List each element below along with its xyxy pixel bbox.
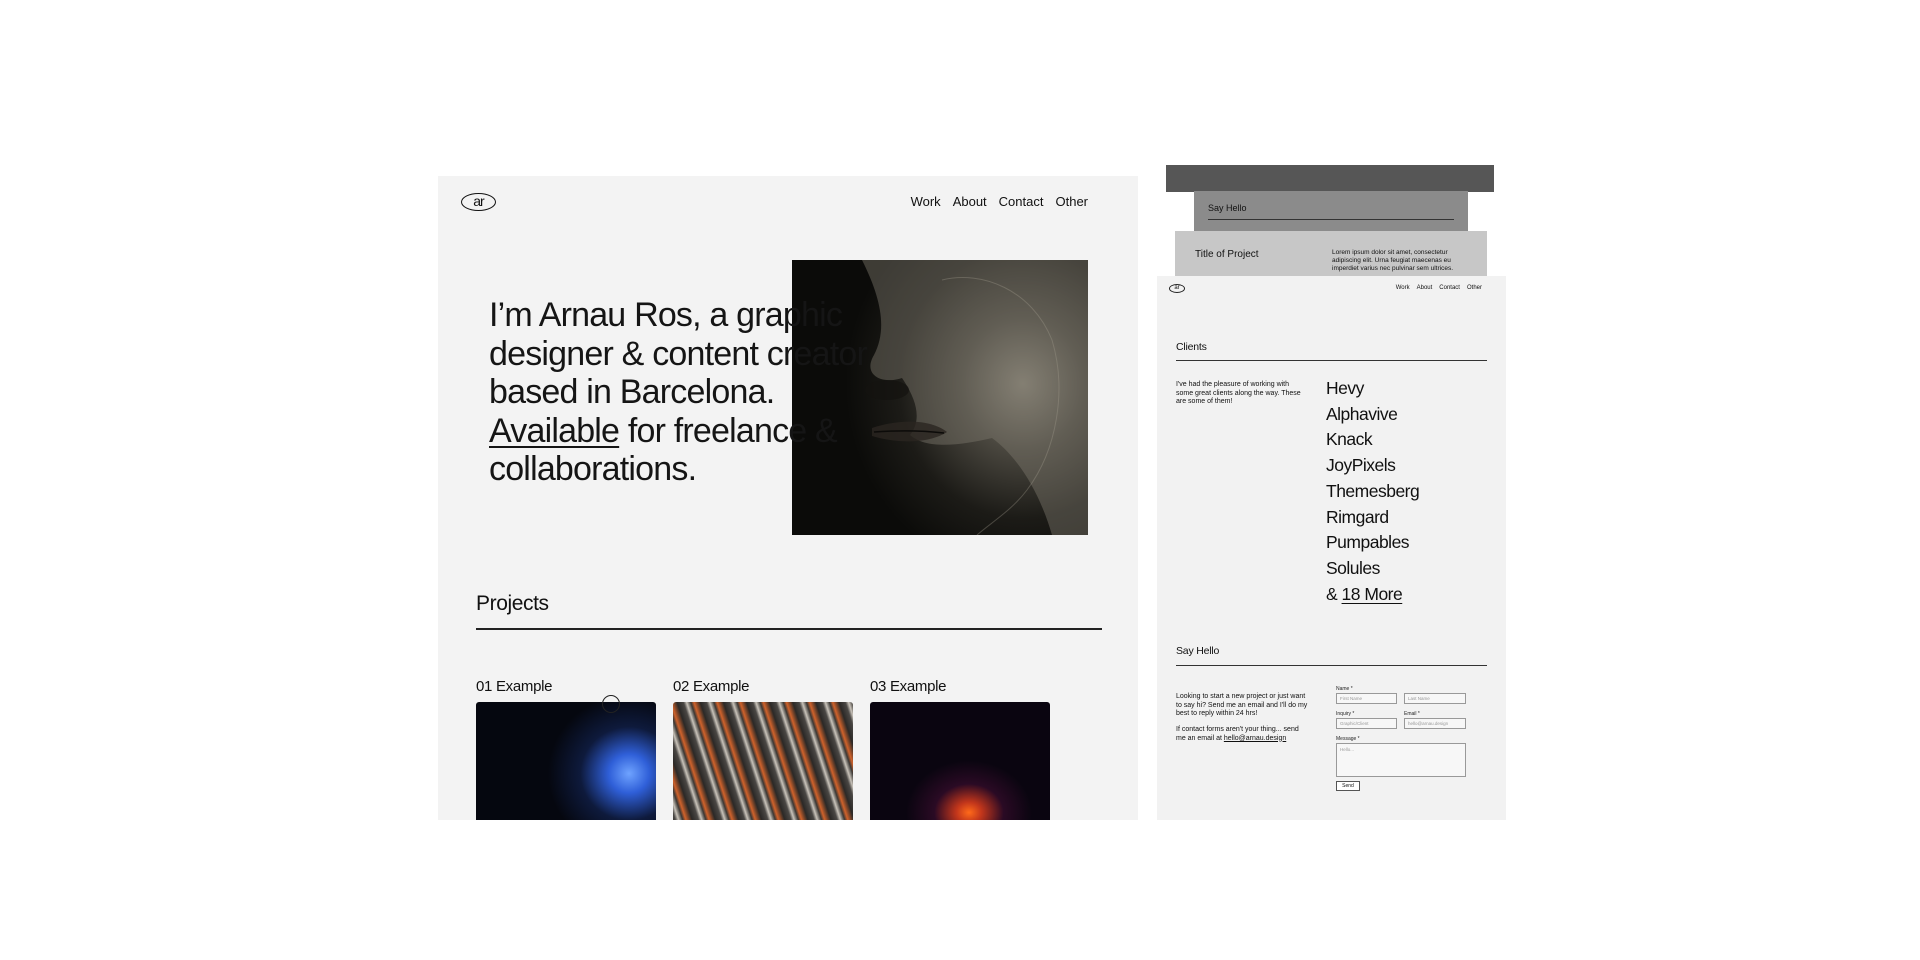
last-name-field[interactable]: Last Name — [1404, 693, 1466, 704]
project-label[interactable]: 01 Example — [476, 678, 656, 695]
available-link[interactable]: Available — [489, 412, 620, 450]
card-project-text: Lorem ipsum dolor sit amet, consectetur … — [1332, 249, 1454, 272]
clients-contact-page: ar Work About Contact Other Clients I've… — [1157, 276, 1506, 820]
name-label: Name * — [1336, 686, 1353, 692]
hero-line-5: collaborations. — [489, 450, 697, 488]
hero-heading: I’m Arnau Ros, a graphic designer & cont… — [489, 296, 909, 489]
nav-about[interactable]: About — [1417, 285, 1433, 291]
project-card[interactable]: 02 Example — [673, 678, 853, 820]
logo[interactable]: ar — [461, 193, 496, 211]
message-textarea[interactable]: Hello... — [1336, 743, 1466, 777]
more-prefix: & — [1326, 583, 1342, 604]
client-name: Themesberg — [1326, 480, 1420, 501]
card-project-title: Title of Project — [1195, 249, 1259, 260]
project-label[interactable]: 02 Example — [673, 678, 853, 695]
nav-work[interactable]: Work — [911, 194, 941, 209]
inquiry-label: Inquiry * — [1336, 711, 1355, 717]
email-field[interactable]: hello@arnau.design — [1404, 718, 1466, 729]
card-divider — [1208, 219, 1454, 220]
project-thumbnail[interactable] — [476, 702, 656, 820]
stacked-card-project: Title of Project Lorem ipsum dolor sit a… — [1175, 231, 1487, 276]
client-name: Alphavive — [1326, 403, 1398, 424]
logo[interactable]: ar — [1169, 284, 1185, 293]
hero-line-4-rest: for freelance & — [619, 411, 838, 450]
projects-divider — [476, 628, 1102, 630]
hero-line-1: I’m Arnau Ros, a graphic — [489, 296, 843, 334]
say-hello-divider — [1176, 665, 1487, 666]
nav-about[interactable]: About — [953, 194, 987, 209]
nav-contact[interactable]: Contact — [999, 194, 1044, 209]
project-label[interactable]: 03 Example — [870, 678, 1050, 695]
nav-other[interactable]: Other — [1467, 285, 1482, 291]
more-clients-link[interactable]: 18 More — [1342, 584, 1403, 604]
cursor-circle-icon — [602, 695, 620, 713]
main-nav: Work About Contact Other — [911, 194, 1088, 209]
hero-line-2: designer & content creator — [489, 334, 868, 373]
first-name-field[interactable]: First Name — [1336, 693, 1397, 704]
project-card[interactable]: 03 Example — [870, 678, 1050, 820]
projects-heading: Projects — [476, 592, 549, 615]
client-name: Rimgard — [1326, 506, 1389, 527]
message-label: Message * — [1336, 736, 1360, 742]
client-name: Pumpables — [1326, 532, 1410, 553]
side-nav: Work About Contact Other — [1396, 285, 1482, 291]
inquiry-select[interactable]: Graphic/Client — [1336, 718, 1397, 729]
clients-intro: I've had the pleasure of working with so… — [1176, 381, 1301, 405]
clients-divider — [1176, 360, 1487, 361]
stacked-card-back — [1166, 165, 1494, 192]
stacked-card-say-hello: Say Hello — [1194, 191, 1468, 232]
client-name: Solules — [1326, 557, 1380, 578]
say-hello-text: Looking to start a new project or just w… — [1176, 693, 1308, 717]
project-thumbnail[interactable] — [673, 702, 853, 820]
more-clients-row: & 18 More — [1326, 582, 1419, 608]
send-button[interactable]: Send — [1336, 781, 1360, 791]
portfolio-home-page: ar Work About Contact Other I’m Arnau Ro… — [438, 176, 1138, 820]
hero-line-4: Available for freelance & — [489, 412, 909, 451]
client-name: Hevy — [1326, 378, 1364, 398]
clients-heading: Clients — [1176, 341, 1207, 353]
client-name: JoyPixels — [1326, 455, 1396, 476]
project-card[interactable]: 01 Example — [476, 678, 656, 820]
contact-alt-text: If contact forms aren't your thing... se… — [1176, 726, 1308, 743]
project-thumbnail[interactable] — [870, 702, 1050, 820]
email-link[interactable]: hello@arnau.design — [1224, 735, 1286, 742]
nav-contact[interactable]: Contact — [1439, 285, 1460, 291]
client-name: Knack — [1326, 429, 1373, 450]
hero-line-3: based in Barcelona. — [489, 373, 775, 411]
say-hello-heading: Say Hello — [1176, 645, 1220, 657]
nav-work[interactable]: Work — [1396, 285, 1410, 291]
card-say-hello-title: Say Hello — [1208, 203, 1247, 213]
email-label: Email * — [1404, 711, 1420, 717]
nav-other[interactable]: Other — [1055, 194, 1088, 209]
clients-list: Hevy Alphavive Knack JoyPixels Themesber… — [1326, 376, 1420, 608]
